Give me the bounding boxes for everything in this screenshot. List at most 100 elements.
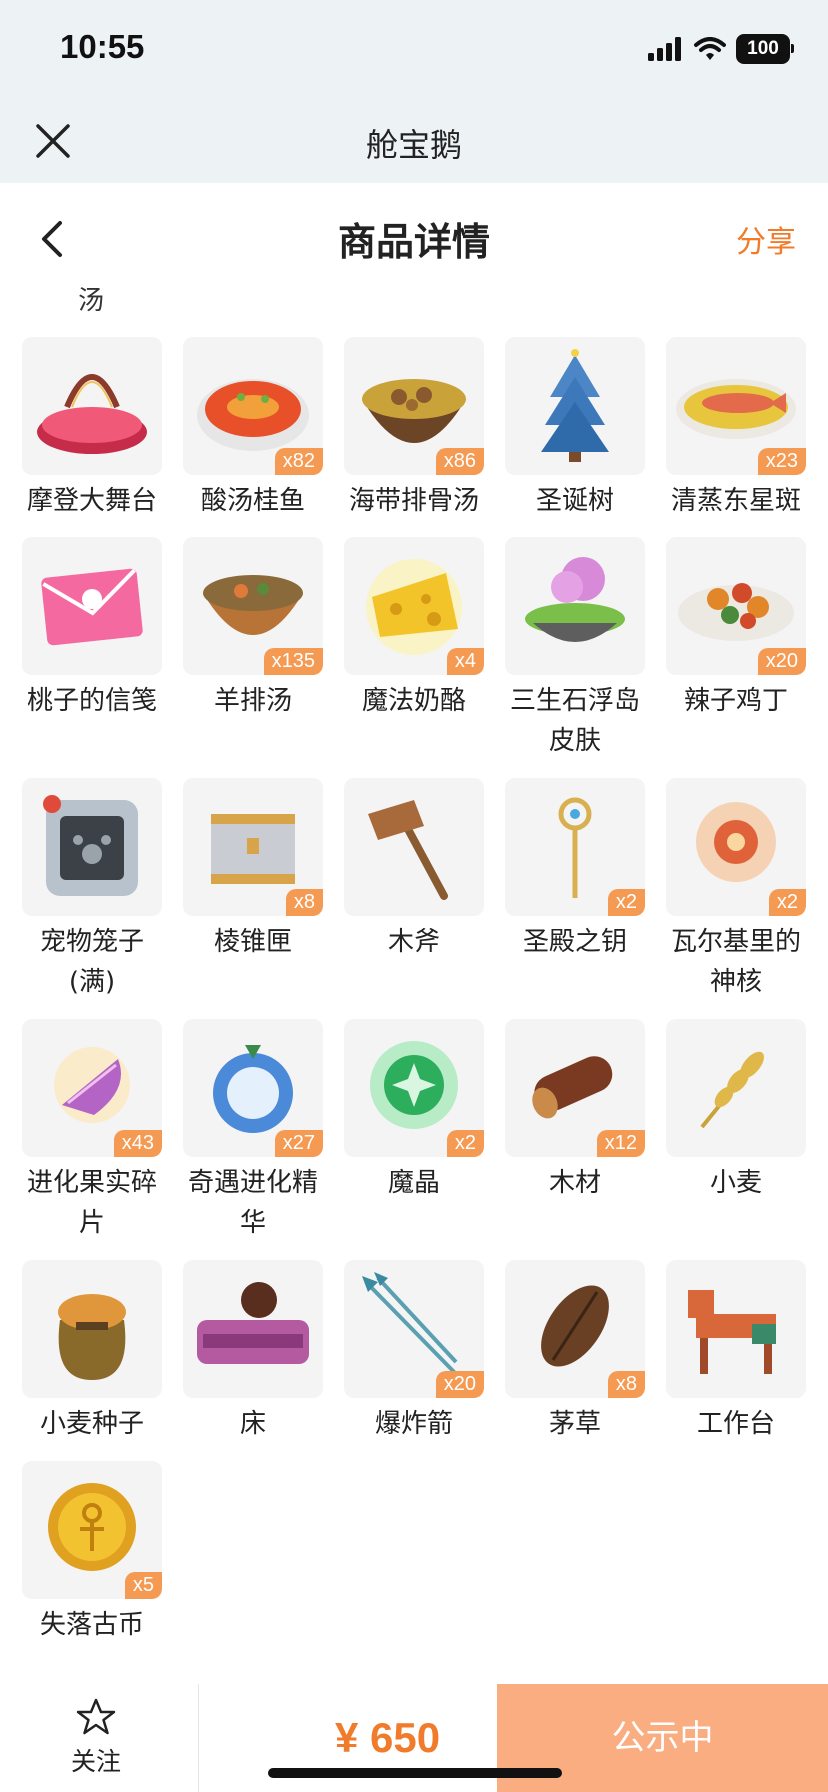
- item-thumb: x43: [22, 1019, 162, 1157]
- item-name: 圣殿之钥: [522, 927, 627, 957]
- item-card[interactable]: x2 瓦尔基里的神核: [666, 778, 806, 1002]
- item-card[interactable]: x8 棱锥匣: [183, 778, 323, 962]
- signal-icon: [648, 37, 681, 61]
- item-card[interactable]: 摩登大舞台: [22, 337, 162, 521]
- item-thumb: [505, 337, 645, 475]
- item-card[interactable]: 木斧: [344, 778, 484, 962]
- qty-badge: x20: [435, 1371, 484, 1398]
- follow-button[interactable]: 关注: [56, 1698, 136, 1778]
- item-name: 羊排汤: [213, 686, 292, 716]
- item-card[interactable]: 工作台: [666, 1260, 806, 1444]
- item-card[interactable]: 桃子的信笺: [22, 537, 162, 721]
- seed-bag-icon: [58, 1294, 126, 1380]
- qty-badge: x2: [446, 1130, 484, 1157]
- item-card[interactable]: x4 魔法奶酪: [344, 537, 484, 721]
- item-thumb: x82: [183, 337, 323, 475]
- item-thumb: [22, 537, 162, 675]
- item-name: 小麦种子: [39, 1409, 144, 1439]
- item-card[interactable]: 三生石浮岛皮肤: [505, 537, 645, 761]
- item-name: 工作台: [696, 1409, 775, 1439]
- item-card[interactable]: x43 进化果实碎片: [22, 1019, 162, 1243]
- bed-icon: [197, 1282, 309, 1364]
- item-card[interactable]: x2 魔晶: [344, 1019, 484, 1203]
- stage-icon: [37, 374, 147, 454]
- item-thumb: x27: [183, 1019, 323, 1157]
- page-header: 商品详情 分享: [0, 183, 828, 273]
- item-name: 瓦尔基里的神核: [670, 927, 801, 997]
- item-name: 桃子的信笺: [26, 686, 157, 716]
- qty-badge: x8: [285, 889, 323, 916]
- item-card[interactable]: 床: [183, 1260, 323, 1444]
- item-thumb: x2: [666, 778, 806, 916]
- item-card[interactable]: x27 奇遇进化精华: [183, 1019, 323, 1243]
- item-card[interactable]: x12 木材: [505, 1019, 645, 1203]
- item-name: 爆炸箭: [374, 1409, 453, 1439]
- item-card[interactable]: x23 清蒸东星斑: [666, 337, 806, 521]
- price: ¥ 650: [335, 1714, 441, 1761]
- qty-badge: x5: [124, 1572, 162, 1599]
- item-thumb: x8: [183, 778, 323, 916]
- item-thumb: x8: [505, 1260, 645, 1398]
- qty-badge: x82: [274, 448, 323, 475]
- item-name: 床: [239, 1409, 266, 1439]
- item-card[interactable]: 小麦种子: [22, 1260, 162, 1444]
- item-card[interactable]: x20 爆炸箭: [344, 1260, 484, 1444]
- item-card[interactable]: x135 羊排汤: [183, 537, 323, 721]
- item-thumb: x5: [22, 1461, 162, 1599]
- item-thumb: [666, 1019, 806, 1157]
- divider: [198, 1684, 199, 1792]
- item-name: 圣诞树: [535, 486, 614, 516]
- battery-icon: 100: [736, 34, 794, 64]
- item-card[interactable]: x2 圣殿之钥: [505, 778, 645, 962]
- christmas-tree-icon: [541, 349, 609, 462]
- item-thumb: [22, 337, 162, 475]
- qty-badge: x86: [435, 448, 484, 475]
- item-thumb: [22, 1260, 162, 1398]
- wifi-icon: [694, 37, 726, 60]
- item-card[interactable]: 圣诞树: [505, 337, 645, 521]
- item-thumb: [22, 778, 162, 916]
- home-indicator: [268, 1768, 562, 1778]
- qty-badge: x23: [757, 448, 806, 475]
- item-name: 辣子鸡丁: [683, 686, 788, 716]
- item-thumb: [666, 1260, 806, 1398]
- item-thumb: [344, 778, 484, 916]
- item-thumb: x23: [666, 337, 806, 475]
- status-time: 10:55: [60, 28, 145, 65]
- status-bar: 10:55 100: [0, 0, 828, 100]
- item-name: 进化果实碎片: [26, 1168, 157, 1238]
- item-name: 奇遇进化精华: [187, 1168, 318, 1238]
- qty-badge: x2: [768, 889, 806, 916]
- item-card[interactable]: 小麦: [666, 1019, 806, 1203]
- qty-badge: x135: [263, 648, 323, 675]
- star-icon: [76, 1698, 116, 1735]
- item-name: 摩登大舞台: [26, 486, 157, 516]
- qty-badge: x8: [607, 1371, 645, 1398]
- item-name: 茅草: [548, 1409, 601, 1439]
- workbench-icon: [688, 1290, 776, 1374]
- floating-island-icon: [525, 557, 625, 642]
- item-name: 酸汤桂鱼: [200, 486, 305, 516]
- item-card[interactable]: x20 辣子鸡丁: [666, 537, 806, 721]
- item-name: 三生石浮岛皮肤: [509, 686, 640, 756]
- item-card[interactable]: x5 失落古币: [22, 1461, 162, 1645]
- item-thumb: x2: [344, 1019, 484, 1157]
- item-card[interactable]: x8 茅草: [505, 1260, 645, 1444]
- item-name: 失落古币: [39, 1610, 144, 1640]
- qty-badge: x2: [607, 889, 645, 916]
- nav-title: 舱宝鹅: [365, 126, 462, 164]
- page-title: 商品详情: [337, 220, 490, 264]
- item-name: 木斧: [387, 927, 440, 957]
- letter-icon: [41, 568, 143, 646]
- pet-cage-icon: [43, 795, 138, 896]
- nav-bar: 舱宝鹅: [0, 100, 828, 183]
- share-button[interactable]: 分享: [736, 217, 796, 261]
- item-thumb: x135: [183, 537, 323, 675]
- item-card[interactable]: 宠物笼子(满): [22, 778, 162, 1002]
- item-card[interactable]: x86 海带排骨汤: [344, 337, 484, 521]
- item-name: 棱锥匣: [213, 927, 292, 957]
- qty-badge: x20: [757, 648, 806, 675]
- qty-badge: x43: [113, 1130, 162, 1157]
- item-card[interactable]: x82 酸汤桂鱼: [183, 337, 323, 521]
- item-name: 魔法奶酪: [361, 686, 466, 716]
